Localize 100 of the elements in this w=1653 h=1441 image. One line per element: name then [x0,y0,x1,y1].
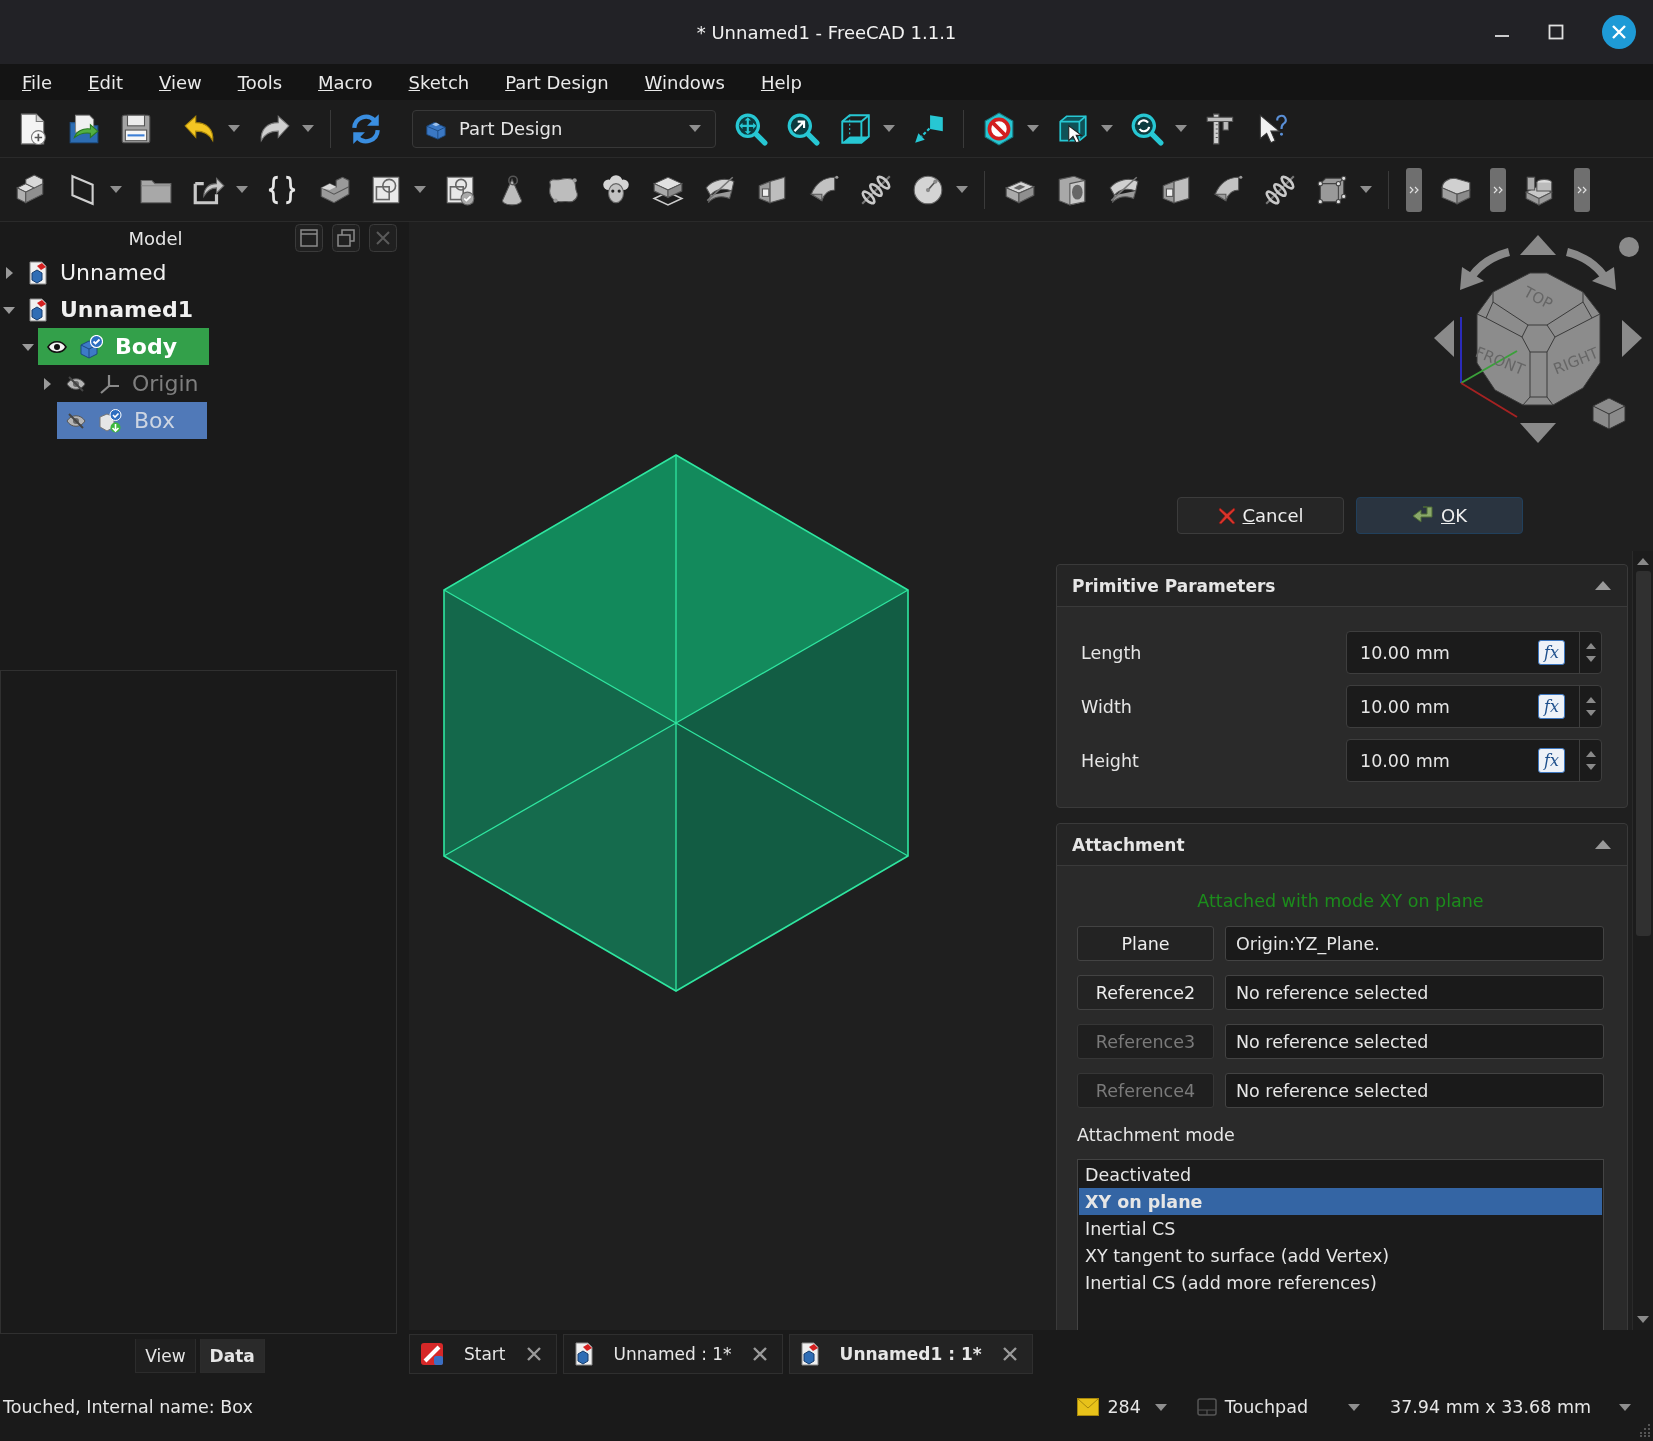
close-icon[interactable] [1001,1346,1018,1362]
list-item[interactable]: Inertial CS (add more references) [1079,1269,1602,1296]
caret-down-icon[interactable] [110,186,122,193]
helix-rod-icon[interactable] [859,172,893,207]
number-field[interactable]: 10.00 mm fx [1346,631,1602,674]
caret-down-icon[interactable] [1101,125,1113,132]
spin-down-icon[interactable] [1585,656,1596,662]
caret-down-icon[interactable] [1175,125,1187,132]
close-icon[interactable] [751,1346,768,1362]
notifications-button[interactable]: 284 [1077,1397,1167,1417]
spin-up-icon[interactable] [1585,751,1596,757]
document-tab[interactable]: Unnamed : 1* [562,1334,783,1374]
eye-slash-icon[interactable] [66,412,86,429]
curved-arrow-icon[interactable] [1565,248,1616,290]
magnifier-refresh-icon[interactable] [1130,111,1164,146]
cube-icon[interactable] [1592,397,1626,430]
document-tab[interactable]: Start [409,1334,557,1374]
chevron-handle-icon[interactable] [1574,167,1590,212]
caret-down-icon[interactable] [1348,1403,1360,1411]
left-triangle-icon[interactable] [1434,320,1454,357]
list-item[interactable]: XY tangent to surface (add Vertex) [1079,1242,1602,1269]
close-icon[interactable] [1602,15,1636,49]
tree-item[interactable]: Origin [57,365,231,402]
cancel-button[interactable]: Cancel [1176,497,1344,534]
list-item[interactable]: Inertial CS [1079,1215,1602,1242]
dimensions-dropdown[interactable]: 37.94 mm x 33.68 mm [1390,1397,1631,1417]
workbench-dropdown[interactable]: Part Design [412,109,716,148]
size-grip-icon[interactable] [1637,1423,1651,1437]
caret-down-icon[interactable] [956,186,968,193]
reference-button[interactable]: Plane [1077,926,1214,961]
tree-item[interactable]: Unnamed1 [19,291,225,328]
scroll-down-icon[interactable] [1637,1316,1649,1323]
property-tab[interactable]: View [135,1339,196,1373]
scroll-up-icon[interactable] [1637,558,1649,565]
expression-button[interactable]: fx [1538,748,1565,773]
caret-down-icon[interactable] [1360,186,1372,193]
no-entry-icon[interactable] [982,111,1016,146]
right-triangle-icon[interactable] [1622,320,1642,357]
up-triangle-icon[interactable] [1520,235,1556,255]
caret-down-icon[interactable] [228,125,240,132]
menu-item[interactable]: Tools [237,71,283,93]
close-icon[interactable] [525,1346,542,1362]
3d-viewport[interactable] [409,222,1653,1330]
number-field[interactable]: 10.00 mm fx [1346,739,1602,782]
ok-button[interactable]: OK [1355,497,1523,534]
caret-down-icon[interactable] [236,186,248,193]
menu-item[interactable]: Macro [318,71,373,93]
menu-item[interactable]: Help [760,71,802,93]
status-message: Touched, Internal name: Box [3,1396,253,1419]
maximize-icon[interactable] [1548,24,1564,40]
collapse-triangle-icon[interactable] [1595,581,1611,590]
document-tab[interactable]: Unnamed1 : 1* [788,1334,1033,1374]
collapse-triangle-icon[interactable] [1595,840,1611,849]
mode-list[interactable]: Deactivated XY on plane Inertial CS XY tangent to surface (add Vertex) Inertial CS (add more references) [1077,1159,1604,1330]
navigation-style-dropdown[interactable]: Touchpad [1196,1397,1360,1417]
expression-button[interactable]: fx [1538,640,1565,665]
reference-field[interactable]: Origin:YZ_Plane. [1225,926,1604,961]
expression-button[interactable]: fx [1538,694,1565,719]
caret-down-icon[interactable] [1027,125,1039,132]
caret-down-icon[interactable] [1619,1403,1631,1411]
menu-item[interactable]: Edit [88,71,123,93]
eye-slash-icon[interactable] [66,375,86,392]
panel-title: Model [127,227,184,249]
down-triangle-icon[interactable] [1520,423,1556,443]
refresh-arrows-icon[interactable] [349,111,383,146]
cross-icon [1216,505,1237,526]
overlapping-windows-icon[interactable] [332,224,360,252]
wireframe-cube-icon[interactable] [838,111,872,146]
spin-up-icon[interactable] [1585,697,1596,703]
eye-icon[interactable] [47,339,67,354]
chevron-handle-icon[interactable] [1406,167,1422,212]
tree-item[interactable]: Unnamed [19,254,199,291]
caret-down-icon[interactable] [302,125,314,132]
magnifier-crosshair-icon[interactable] [734,111,768,146]
spin-down-icon[interactable] [1585,764,1596,770]
menu-item[interactable]: Windows [644,71,725,93]
spin-up-icon[interactable] [1585,643,1596,649]
menu-item[interactable]: View [159,71,202,93]
circle-icon[interactable] [1619,237,1639,257]
envelope-icon [1077,1398,1100,1416]
list-item[interactable]: Deactivated [1079,1161,1602,1188]
cube-check-arrow-icon [98,408,122,433]
magnifier-arrow-icon[interactable] [786,111,820,146]
spin-down-icon[interactable] [1585,710,1596,716]
menu-item[interactable]: File [22,71,53,93]
caret-down-icon[interactable] [1154,1403,1167,1411]
helix-rod-icon[interactable] [1263,172,1297,207]
chevron-handle-icon[interactable] [1490,167,1506,212]
curved-arrow-icon[interactable] [1460,248,1511,290]
caret-down-icon[interactable] [689,125,701,132]
menu-item[interactable]: Sketch [408,71,470,93]
reference-button[interactable]: Reference2 [1077,975,1214,1010]
list-item[interactable]: XY on plane [1079,1188,1602,1215]
reference-field[interactable]: No reference selected [1225,975,1604,1010]
menu-item[interactable]: Part Design [505,71,609,93]
window-icon[interactable] [295,224,323,252]
caret-down-icon[interactable] [414,186,426,193]
number-field[interactable]: 10.00 mm fx [1346,685,1602,728]
property-tab[interactable]: Data [199,1339,265,1373]
caret-down-icon[interactable] [883,125,895,132]
